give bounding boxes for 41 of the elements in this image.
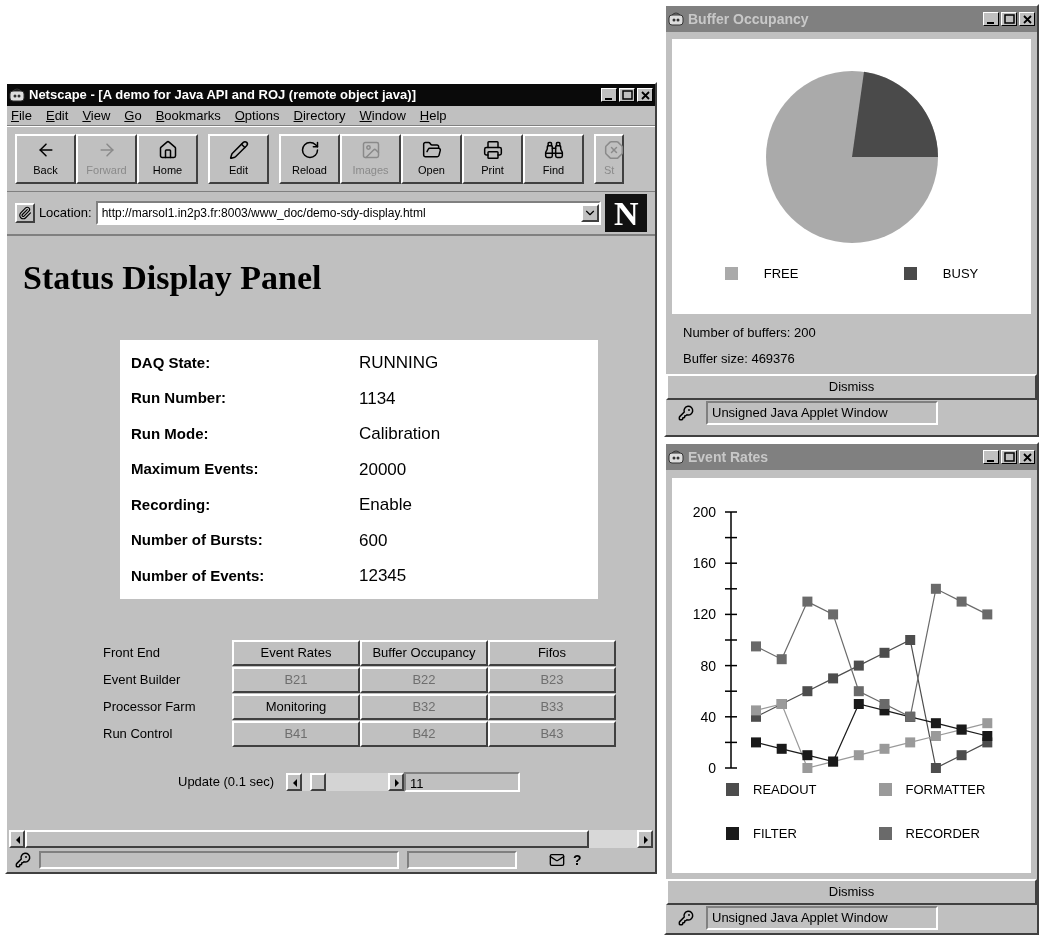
status-label: Maximum Events:	[131, 459, 260, 479]
legend-label: BUSY	[942, 265, 979, 283]
status-label: Number of Bursts:	[131, 530, 264, 550]
axis-label: 160	[692, 555, 716, 572]
netscape-logo: N	[605, 194, 647, 232]
window-title: Buffer Occupancy	[688, 9, 809, 29]
update-label: Update (0.1 sec)	[178, 772, 275, 791]
status-value: 12345	[359, 565, 407, 587]
legend-label: READOUT	[753, 781, 817, 799]
axis-label: 120	[692, 606, 716, 623]
status-value: 1134	[359, 387, 396, 410]
row-label: Processor Farm	[103, 698, 197, 717]
row-label: Front End	[103, 644, 162, 663]
info-text: Buffer size: 469376	[683, 350, 796, 368]
status-label: Recording:	[131, 494, 212, 515]
status-value: RUNNING	[359, 352, 439, 374]
axis-label: 80	[700, 657, 716, 674]
status-value: Enable	[359, 494, 412, 516]
status-label: Run Number:	[131, 388, 227, 408]
row-label: Run Control	[103, 725, 174, 744]
page-heading: Status Display Panel	[23, 258, 323, 298]
status-label: Run Mode:	[131, 423, 210, 444]
status-value: Calibration	[359, 423, 441, 445]
legend-label: FREE	[763, 265, 799, 283]
applet-warning: Unsigned Java Applet Window	[706, 906, 938, 930]
window-title: Event Rates	[688, 447, 769, 467]
axis-label: 40	[700, 708, 716, 725]
legend-label: FORMATTER	[905, 781, 986, 799]
status-label: DAQ State:	[131, 352, 212, 373]
legend-label: FILTER	[753, 824, 797, 843]
axis-label: 200	[692, 504, 716, 520]
window-title: Netscape - [A demo for Java API and ROJ (remote object java)]	[29, 86, 416, 105]
applet-warning: Unsigned Java Applet Window	[706, 401, 938, 425]
location-label: Location:	[38, 204, 92, 223]
axis-label: 0	[708, 760, 716, 776]
status-value: 20000	[359, 458, 407, 481]
status-label: Number of Events:	[131, 565, 266, 586]
status-value: 600	[359, 529, 388, 552]
info-text: Number of buffers: 200	[683, 324, 817, 342]
legend-label: RECORDER	[905, 824, 980, 843]
row-label: Event Builder	[103, 671, 182, 690]
